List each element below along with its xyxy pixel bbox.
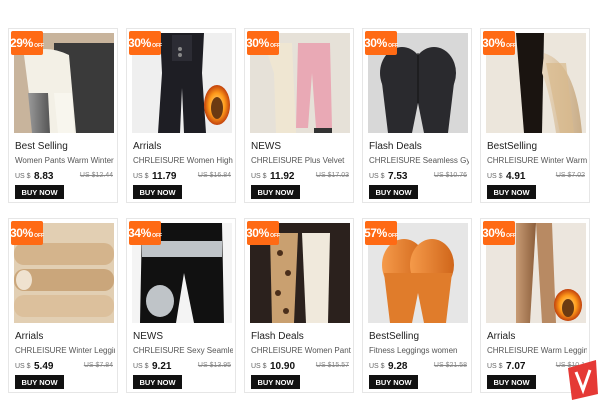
buy-now-button[interactable]: BUY NOW [369, 185, 418, 199]
price-row: US $ 9.28 US $21.58 [369, 360, 471, 372]
product-card[interactable]: 30%OFF Arrials CHRLEISURE Winter Legging… [8, 218, 118, 393]
sale-price: 11.79 [152, 171, 177, 182]
original-price: US $16.84 [197, 172, 231, 179]
currency-label: US $ [15, 363, 31, 370]
original-price: US $21.58 [433, 362, 467, 369]
sale-price: 7.07 [506, 361, 526, 372]
product-tag: Arrials [15, 331, 44, 342]
original-price: US $13.95 [197, 362, 231, 369]
discount-badge: 57% OFF [364, 221, 398, 245]
sale-price: 4.91 [506, 171, 526, 182]
product-card[interactable]: 30% OFF BestSelling CHRLEISURE Winter War… [480, 28, 590, 203]
currency-label: US $ [133, 363, 149, 370]
product-tag: NEWS [133, 331, 163, 342]
original-price: US $12.44 [79, 172, 113, 179]
product-name[interactable]: CHRLEISURE Sexy Seamless [133, 346, 233, 355]
product-name[interactable]: CHRLEISURE Winter Leggings [15, 346, 115, 355]
original-price: US $15.57 [315, 362, 349, 369]
buy-now-button[interactable]: BUY NOW [15, 185, 64, 199]
product-card[interactable]: 30% OFF NEWS CHRLEISURE Plus Velvet US $ … [244, 28, 354, 203]
buy-now-button[interactable]: BUY NOW [251, 375, 300, 389]
sale-price: 5.49 [34, 361, 54, 372]
product-name[interactable]: CHRLEISURE Seamless Gym [369, 156, 469, 165]
price-row: US $ 5.49 US $7.84 [15, 360, 117, 372]
original-price: US $10.76 [433, 172, 467, 179]
sale-price: 9.28 [388, 361, 408, 372]
product-name[interactable]: CHRLEISURE Plus Velvet [251, 156, 351, 165]
product-name[interactable]: CHRLEISURE Women Pants [251, 346, 351, 355]
price-row: US $ 4.91 US $7.02 [487, 170, 589, 182]
sale-price: 9.21 [152, 361, 172, 372]
price-row: US $ 9.21 US $13.95 [133, 360, 235, 372]
price-row: US $ 11.79 US $16.84 [133, 170, 235, 182]
product-card[interactable]: 30% OFF Flash Deals CHRLEISURE Women Pant… [244, 218, 354, 393]
buy-now-button[interactable]: BUY NOW [487, 375, 536, 389]
product-tag: Flash Deals [251, 331, 304, 342]
product-card[interactable]: 34% OFF NEWS CHRLEISURE Sexy Seamless US … [126, 218, 236, 393]
product-name[interactable]: CHRLEISURE Women High [133, 156, 233, 165]
currency-label: US $ [487, 363, 503, 370]
currency-label: US $ [369, 363, 385, 370]
discount-badge: 29% OFF [10, 31, 44, 55]
currency-label: US $ [133, 173, 149, 180]
product-card[interactable]: 57% OFF BestSelling Fitness Leggings wome… [362, 218, 472, 393]
buy-now-button[interactable]: BUY NOW [487, 185, 536, 199]
sale-price: 11.92 [270, 171, 295, 182]
sale-price: 10.90 [270, 361, 296, 372]
discount-badge: 30% OFF [128, 31, 162, 55]
discount-badge: 30% OFF [482, 31, 516, 55]
price-row: US $ 8.83 US $12.44 [15, 170, 117, 182]
buy-now-button[interactable]: BUY NOW [15, 375, 64, 389]
watermark-logo [566, 360, 600, 400]
product-name[interactable]: Women Pants Warm Winter [15, 156, 115, 165]
v-logo-icon [568, 360, 598, 400]
currency-label: US $ [369, 173, 385, 180]
discount-badge: 30% OFF [246, 221, 280, 245]
buy-now-button[interactable]: BUY NOW [133, 185, 182, 199]
sale-price: 8.83 [34, 171, 54, 182]
discount-badge: 30% OFF [482, 221, 516, 245]
product-name[interactable]: CHRLEISURE Winter Warm [487, 156, 587, 165]
product-name[interactable]: CHRLEISURE Warm Leggings [487, 346, 587, 355]
currency-label: US $ [487, 173, 503, 180]
discount-badge: 30% OFF [364, 31, 398, 55]
original-price: US $7.84 [83, 362, 113, 369]
product-card[interactable]: 30% OFF Flash Deals CHRLEISURE Seamless G… [362, 28, 472, 203]
product-card[interactable]: 29% OFF Best Selling Women Pants Warm Win… [8, 28, 118, 203]
product-tag: BestSelling [487, 141, 538, 152]
product-tag: Best Selling [15, 141, 68, 152]
product-tag: Arrials [133, 141, 162, 152]
buy-now-button[interactable]: BUY NOW [133, 375, 182, 389]
product-tag: Flash Deals [369, 141, 422, 152]
buy-now-button[interactable]: BUY NOW [369, 375, 418, 389]
discount-badge: 30% OFF [246, 31, 280, 55]
original-price: US $17.03 [315, 172, 349, 179]
original-price: US $7.02 [555, 172, 585, 179]
discount-badge: 30% OFF [10, 221, 44, 245]
product-tag: BestSelling [369, 331, 420, 342]
discount-badge: 34% OFF [128, 221, 162, 245]
sale-price: 7.53 [388, 171, 408, 182]
currency-label: US $ [251, 173, 267, 180]
product-tag: NEWS [251, 141, 281, 152]
buy-now-button[interactable]: BUY NOW [251, 185, 300, 199]
price-row: US $ 11.92 US $17.03 [251, 170, 353, 182]
price-row: US $ 7.53 US $10.76 [369, 170, 471, 182]
product-grid: 29% OFF Best Selling Women Pants Warm Win… [8, 28, 590, 393]
currency-label: US $ [251, 363, 267, 370]
currency-label: US $ [15, 173, 31, 180]
price-row: US $ 10.90 US $15.57 [251, 360, 353, 372]
product-card[interactable]: 30% OFF Arrials CHRLEISURE Women High US … [126, 28, 236, 203]
product-tag: Arrials [487, 331, 516, 342]
product-name[interactable]: Fitness Leggings women [369, 346, 469, 355]
